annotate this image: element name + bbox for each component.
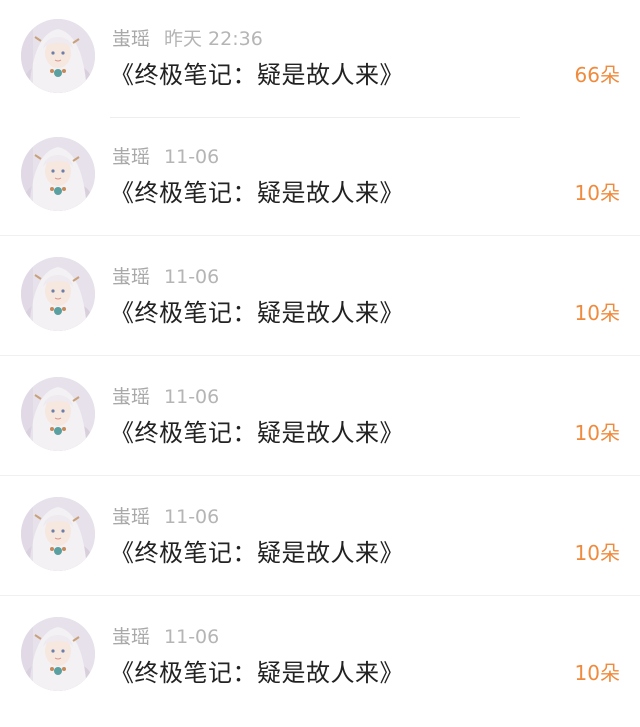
meta-line: 蚩瑶 11-06 [112, 384, 219, 410]
list-item[interactable]: 蚩瑶 11-06 《终极笔记：疑是故人来》 10朵 [0, 118, 640, 236]
sender-name[interactable]: 蚩瑶 [112, 626, 150, 648]
message-text: 《终极笔记：疑是故人来》 [110, 419, 404, 447]
list-item[interactable]: 蚩瑶 11-06 《终极笔记：疑是故人来》 10朵 [0, 598, 640, 716]
meta-line: 蚩瑶 11-06 [112, 264, 219, 290]
meta-line: 蚩瑶 11-06 [112, 144, 219, 170]
flower-count: 10朵 [574, 181, 620, 205]
message-text: 《终极笔记：疑是故人来》 [110, 539, 404, 567]
list-item[interactable]: 蚩瑶 11-06 《终极笔记：疑是故人来》 10朵 [0, 478, 640, 596]
sender-name[interactable]: 蚩瑶 [112, 28, 150, 50]
divider [0, 595, 640, 596]
sender-name[interactable]: 蚩瑶 [112, 146, 150, 168]
avatar[interactable] [21, 19, 95, 93]
meta-line: 蚩瑶 11-06 [112, 624, 219, 650]
avatar[interactable] [21, 257, 95, 331]
avatar-image [21, 617, 95, 691]
timestamp: 11-06 [164, 626, 220, 648]
timestamp: 11-06 [164, 146, 220, 168]
gift-record-list: 蚩瑶 昨天 22:36 《终极笔记：疑是故人来》 66朵 蚩瑶 11-06 《终… [0, 0, 640, 727]
timestamp: 11-06 [164, 386, 220, 408]
timestamp: 11-06 [164, 266, 220, 288]
flower-count: 10朵 [574, 661, 620, 685]
sender-name[interactable]: 蚩瑶 [112, 506, 150, 528]
avatar-image [21, 377, 95, 451]
timestamp: 11-06 [164, 506, 220, 528]
message-text: 《终极笔记：疑是故人来》 [110, 61, 404, 89]
timestamp: 昨天 22:36 [164, 28, 263, 50]
divider [0, 475, 640, 476]
avatar[interactable] [21, 497, 95, 571]
list-item[interactable]: 蚩瑶 11-06 《终极笔记：疑是故人来》 10朵 [0, 238, 640, 356]
flower-count: 10朵 [574, 541, 620, 565]
avatar[interactable] [21, 377, 95, 451]
divider [0, 355, 640, 356]
divider [0, 235, 640, 236]
message-text: 《终极笔记：疑是故人来》 [110, 299, 404, 327]
list-item[interactable]: 蚩瑶 昨天 22:36 《终极笔记：疑是故人来》 66朵 [0, 0, 640, 118]
avatar[interactable] [21, 617, 95, 691]
message-text: 《终极笔记：疑是故人来》 [110, 659, 404, 687]
avatar-image [21, 257, 95, 331]
sender-name[interactable]: 蚩瑶 [112, 386, 150, 408]
flower-count: 10朵 [574, 301, 620, 325]
avatar-image [21, 19, 95, 93]
meta-line: 蚩瑶 11-06 [112, 504, 219, 530]
avatar-image [21, 497, 95, 571]
meta-line: 蚩瑶 昨天 22:36 [112, 26, 263, 52]
avatar[interactable] [21, 137, 95, 211]
sender-name[interactable]: 蚩瑶 [112, 266, 150, 288]
list-item[interactable]: 蚩瑶 11-06 《终极笔记：疑是故人来》 10朵 [0, 358, 640, 476]
flower-count: 10朵 [574, 421, 620, 445]
avatar-image [21, 137, 95, 211]
message-text: 《终极笔记：疑是故人来》 [110, 179, 404, 207]
flower-count: 66朵 [574, 63, 620, 87]
